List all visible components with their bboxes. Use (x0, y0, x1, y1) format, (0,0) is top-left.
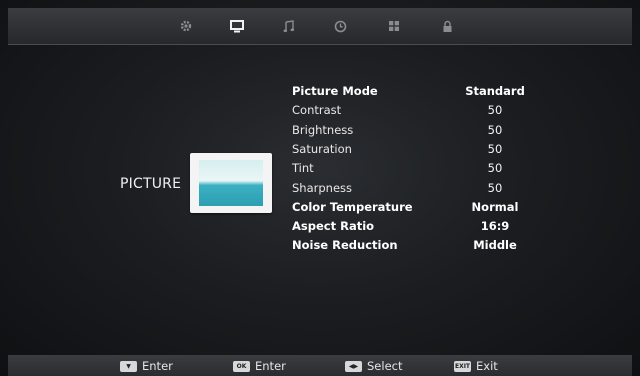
menu-item-value: 50 (487, 123, 503, 137)
clock-icon (334, 20, 347, 33)
thumbnail-screen (199, 160, 263, 206)
music-note-icon (283, 19, 295, 33)
picture-thumbnail-icon (190, 153, 272, 213)
menu-item-value: 50 (487, 181, 503, 195)
menu-item-saturation[interactable]: Saturation 50 (292, 140, 552, 158)
tab-time[interactable] (329, 16, 351, 36)
menu-item-label: Color Temperature (292, 200, 413, 214)
menu-item-label: Noise Reduction (292, 238, 398, 252)
menu-item-label: Saturation (292, 142, 352, 156)
tab-lock[interactable] (436, 16, 458, 36)
menu-item-value: Middle (473, 238, 517, 252)
menu-item-aspect-ratio[interactable]: Aspect Ratio 16:9 (292, 217, 552, 235)
tab-settings[interactable] (175, 16, 197, 36)
menu-item-value: Standard (465, 84, 525, 98)
lock-icon (442, 20, 453, 33)
menu-item-picture-mode[interactable]: Picture Mode Standard (292, 82, 552, 100)
down-key-icon: ▼ (120, 360, 137, 372)
menu-item-label: Brightness (292, 123, 354, 137)
hint-exit: EXIT Exit (454, 359, 498, 373)
menu-item-sharpness[interactable]: Sharpness 50 (292, 179, 552, 197)
category-label: PICTURE (120, 176, 182, 192)
menu-item-label: Aspect Ratio (292, 219, 375, 233)
menu-item-brightness[interactable]: Brightness 50 (292, 121, 552, 139)
menu-item-value: Normal (471, 200, 519, 214)
tv-osd-screen: PICTURE Picture Mode Standard Contrast 5… (0, 0, 640, 376)
menu-item-contrast[interactable]: Contrast 50 (292, 101, 552, 119)
menu-item-tint[interactable]: Tint 50 (292, 159, 552, 177)
left-right-key-icon: ◀▶ (345, 360, 362, 372)
ok-key-icon: OK (233, 360, 250, 372)
menu-item-color-temperature[interactable]: Color Temperature Normal (292, 198, 552, 216)
hint-enter-down: ▼ Enter (120, 359, 173, 373)
exit-key-icon: EXIT (454, 360, 471, 372)
tab-apps[interactable] (383, 16, 405, 36)
hint-select: ◀▶ Select (345, 359, 402, 373)
menu-item-value: 50 (487, 103, 503, 117)
hint-enter-ok: OK Enter (233, 359, 286, 373)
menu-tab-bar (8, 8, 632, 45)
hint-label: Exit (476, 359, 498, 373)
grid-icon (388, 20, 400, 32)
menu-item-value: 16:9 (480, 219, 510, 233)
tab-picture[interactable] (226, 16, 248, 36)
menu-item-label: Contrast (292, 103, 342, 117)
menu-item-value: 50 (487, 161, 503, 175)
key-hint-bar: ▼ Enter OK Enter ◀▶ Select EXIT Exit (8, 355, 632, 376)
tab-sound[interactable] (278, 16, 300, 36)
menu-item-label: Tint (292, 161, 314, 175)
menu-item-noise-reduction[interactable]: Noise Reduction Middle (292, 236, 552, 254)
hint-label: Enter (255, 359, 286, 373)
menu-item-label: Sharpness (292, 181, 353, 195)
menu-item-label: Picture Mode (292, 84, 378, 98)
menu-item-value: 50 (487, 142, 503, 156)
hint-label: Enter (142, 359, 173, 373)
gear-icon (179, 19, 193, 33)
monitor-icon (230, 19, 244, 33)
hint-label: Select (367, 359, 403, 373)
